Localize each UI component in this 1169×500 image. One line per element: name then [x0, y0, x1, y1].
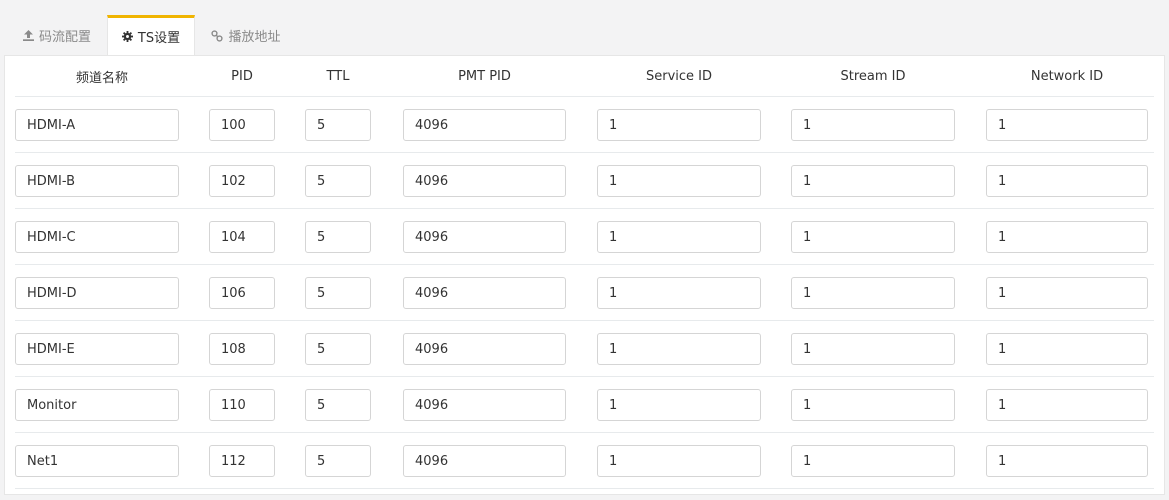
ts-settings-panel: 频道名称 PID TTL PMT PID Service ID Stream I…: [4, 55, 1165, 495]
pid-input[interactable]: [209, 277, 275, 309]
table-row: [5, 209, 1164, 265]
stream-id-input[interactable]: [791, 389, 955, 421]
link-icon: [211, 29, 224, 42]
table-row: [5, 97, 1164, 153]
upload-icon: [22, 30, 34, 41]
tab-stream-config[interactable]: 码流配置: [8, 16, 106, 55]
service-id-input[interactable]: [597, 333, 761, 365]
channel-name-input[interactable]: [15, 221, 179, 253]
network-id-input[interactable]: [986, 165, 1148, 197]
pid-input[interactable]: [209, 221, 275, 253]
channel-name-input[interactable]: [15, 389, 179, 421]
service-id-input[interactable]: [597, 221, 761, 253]
col-channel-name: 频道名称: [75, 71, 128, 86]
tab-ts-settings[interactable]: TS设置: [107, 15, 195, 55]
table-row: [5, 153, 1164, 209]
col-pmt-pid: PMT PID: [458, 69, 511, 84]
stream-id-input[interactable]: [791, 445, 955, 477]
network-id-input[interactable]: [986, 445, 1148, 477]
tab-bar: 码流配置 TS设置 播放地址: [0, 0, 1169, 55]
network-id-input[interactable]: [986, 277, 1148, 309]
ttl-input[interactable]: [305, 445, 371, 477]
service-id-input[interactable]: [597, 277, 761, 309]
service-id-input[interactable]: [597, 109, 761, 141]
pmt-pid-input[interactable]: [403, 109, 566, 141]
channel-name-input[interactable]: [15, 165, 179, 197]
ttl-input[interactable]: [305, 389, 371, 421]
pmt-pid-input[interactable]: [403, 277, 566, 309]
ttl-input[interactable]: [305, 221, 371, 253]
channel-name-input[interactable]: [15, 333, 179, 365]
table-row: [5, 321, 1164, 377]
network-id-input[interactable]: [986, 109, 1148, 141]
stream-id-input[interactable]: [791, 333, 955, 365]
table-header: 频道名称 PID TTL PMT PID Service ID Stream I…: [5, 56, 1164, 97]
table-row: [5, 377, 1164, 433]
gear-icon: [121, 31, 133, 42]
ttl-input[interactable]: [305, 165, 371, 197]
pmt-pid-input[interactable]: [403, 333, 566, 365]
col-pid: PID: [231, 69, 253, 84]
channel-name-input[interactable]: [15, 445, 179, 477]
service-id-input[interactable]: [597, 165, 761, 197]
col-service-id: Service ID: [645, 69, 713, 84]
pid-input[interactable]: [209, 445, 275, 477]
channel-name-input[interactable]: [15, 109, 179, 141]
tab-label: 码流配置: [38, 30, 91, 45]
network-id-input[interactable]: [986, 333, 1148, 365]
tab-label: 播放地址: [228, 30, 281, 45]
table-row: [5, 265, 1164, 321]
pid-input[interactable]: [209, 109, 275, 141]
pid-input[interactable]: [209, 165, 275, 197]
pmt-pid-input[interactable]: [403, 221, 566, 253]
pmt-pid-input[interactable]: [403, 389, 566, 421]
table-row: [5, 433, 1164, 489]
pid-input[interactable]: [209, 389, 275, 421]
tab-label: TS设置: [137, 31, 181, 46]
network-id-input[interactable]: [986, 221, 1148, 253]
tab-play-address[interactable]: 播放地址: [196, 16, 296, 55]
channel-name-input[interactable]: [15, 277, 179, 309]
row-divider: [15, 488, 1154, 489]
stream-id-input[interactable]: [791, 221, 955, 253]
col-stream-id: Stream ID: [840, 69, 906, 84]
service-id-input[interactable]: [597, 445, 761, 477]
pmt-pid-input[interactable]: [403, 165, 566, 197]
pid-input[interactable]: [209, 333, 275, 365]
pmt-pid-input[interactable]: [403, 445, 566, 477]
ttl-input[interactable]: [305, 333, 371, 365]
col-ttl: TTL: [326, 69, 350, 84]
stream-id-input[interactable]: [791, 109, 955, 141]
ttl-input[interactable]: [305, 109, 371, 141]
col-network-id: Network ID: [1030, 69, 1104, 84]
network-id-input[interactable]: [986, 389, 1148, 421]
stream-id-input[interactable]: [791, 277, 955, 309]
service-id-input[interactable]: [597, 389, 761, 421]
stream-id-input[interactable]: [791, 165, 955, 197]
ttl-input[interactable]: [305, 277, 371, 309]
